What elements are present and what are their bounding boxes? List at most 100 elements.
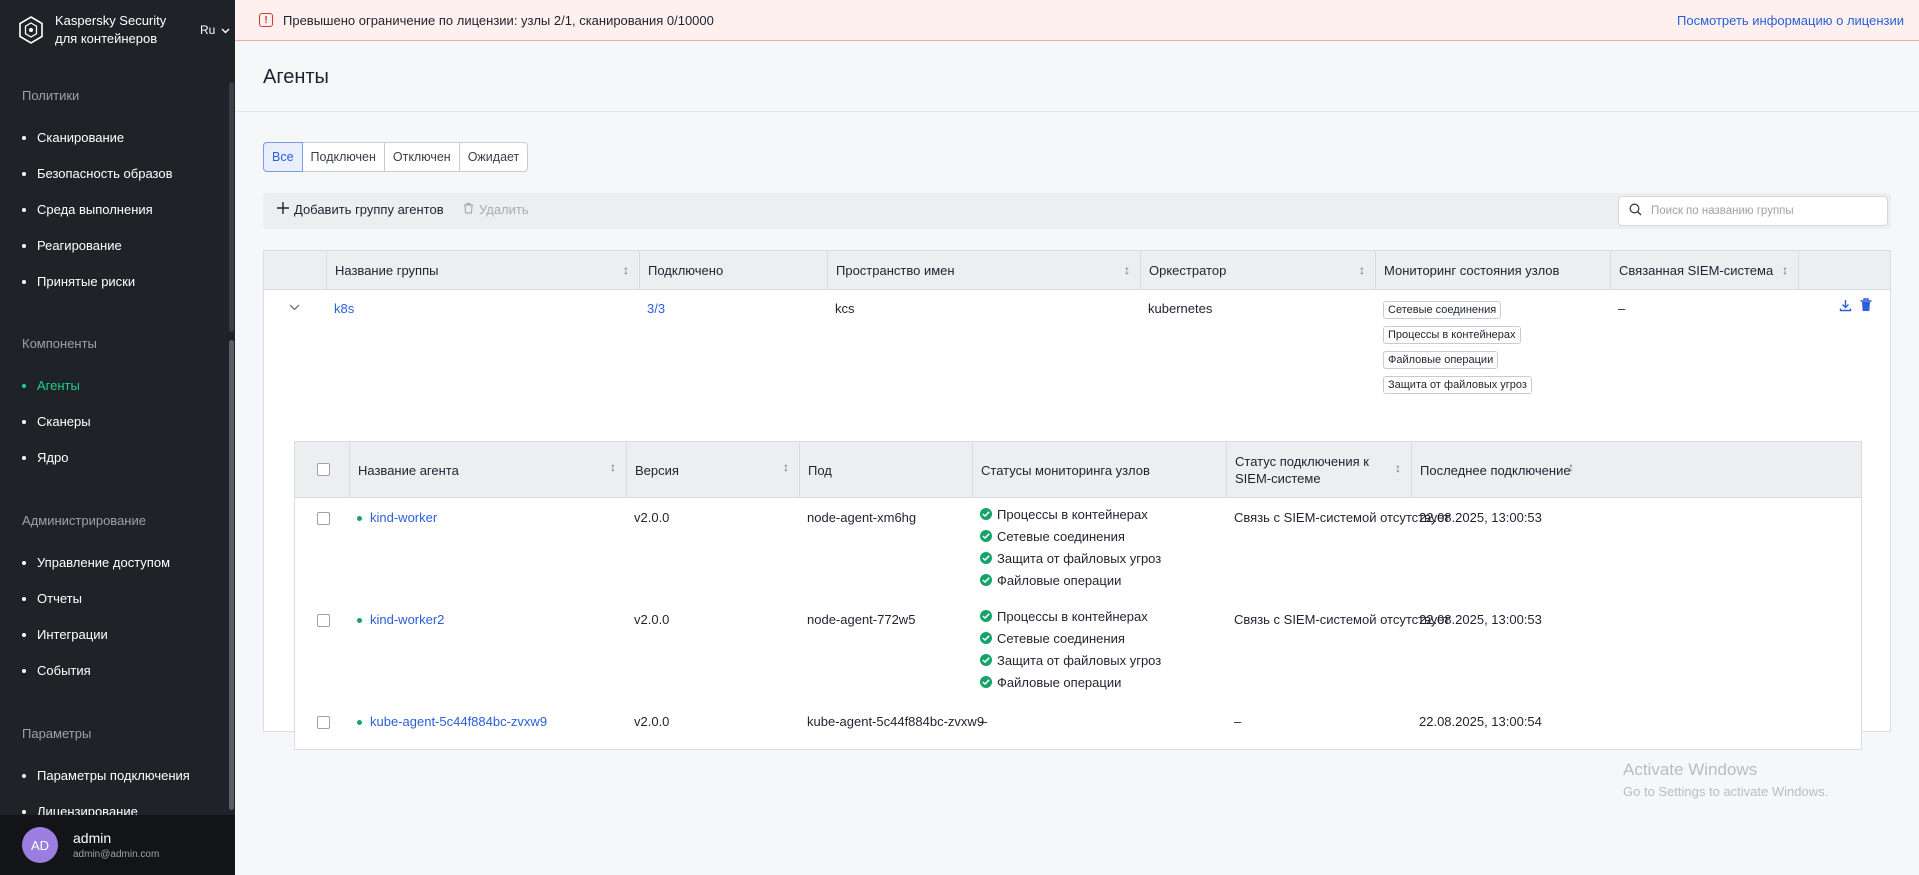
nav-item-scanning[interactable]: Сканирование: [22, 128, 124, 148]
user-name: admin: [73, 830, 112, 846]
status-item: Процессы в контейнерах: [980, 605, 1161, 627]
sort-icon[interactable]: ↕: [610, 460, 616, 474]
nav-item-response[interactable]: Реагирование: [22, 236, 122, 256]
warning-icon: !: [259, 13, 273, 27]
filter-disconnected[interactable]: Отключен: [383, 142, 460, 172]
row-checkbox[interactable]: [317, 614, 330, 627]
column-label: Статусы мониторинга узлов: [981, 462, 1150, 478]
siem-value: –: [1618, 301, 1626, 316]
filter-pending[interactable]: Ожидает: [458, 142, 529, 172]
sort-icon[interactable]: ↕: [1568, 460, 1574, 474]
last-connection-value: 22.08.2025, 13:00:53: [1419, 510, 1542, 525]
sidebar-header: Kaspersky Security для контейнеров Ru: [0, 0, 235, 60]
nav-item-reports[interactable]: Отчеты: [22, 589, 82, 609]
column-header-agent-name[interactable]: Название агента ↕: [349, 442, 626, 498]
nav-item-access-management[interactable]: Управление доступом: [22, 553, 170, 573]
language-selector[interactable]: Ru: [200, 23, 230, 37]
sidebar-scrollbar-track[interactable]: [229, 82, 234, 332]
table-row: kube-agent-5c44f884bc-zvxw9 v2.0.0 kube-…: [295, 702, 1861, 748]
column-header-namespace[interactable]: Пространство имен ↕: [827, 251, 1140, 290]
filter-connected[interactable]: Подключен: [301, 142, 385, 172]
column-header-version[interactable]: Версия ↕: [626, 442, 799, 498]
monitoring-chip: Сетевые соединения: [1383, 301, 1502, 319]
user-profile[interactable]: AD admin admin@admin.com: [0, 815, 235, 875]
row-checkbox[interactable]: [317, 716, 330, 729]
download-icon[interactable]: [1839, 299, 1852, 315]
table-header: Название группы ↕ Подключено Пространство…: [264, 251, 1890, 290]
main-content: ! Превышено ограничение по лицензии: узл…: [235, 0, 1919, 875]
kaspersky-logo-icon[interactable]: [15, 14, 47, 46]
agents-table-header: Название агента ↕ Версия ↕ Под Статусы мон…: [295, 442, 1861, 498]
nav-item-label: Безопасность образов: [37, 166, 173, 181]
column-label: Статус подключения к SIEM-системе: [1235, 454, 1369, 486]
column-header-siem[interactable]: Связанная SIEM-система ↕: [1610, 251, 1798, 290]
column-header-orchestrator[interactable]: Оркестратор ↕: [1140, 251, 1375, 290]
nav-item-scanners[interactable]: Сканеры: [22, 412, 91, 432]
agent-name-link[interactable]: kube-agent-5c44f884bc-zvxw9: [370, 714, 547, 729]
status-label: Процессы в контейнерах: [997, 608, 1148, 624]
user-info: admin admin@admin.com: [73, 830, 159, 860]
nav-item-agents[interactable]: Агенты: [22, 376, 80, 396]
chevron-down-icon[interactable]: [289, 299, 300, 314]
language-label: Ru: [200, 23, 216, 37]
page-title: Агенты: [263, 66, 329, 88]
orchestrator-value: kubernetes: [1148, 301, 1213, 316]
bullet-icon: [22, 561, 26, 565]
agent-groups-table: Название группы ↕ Подключено Пространство…: [263, 250, 1891, 750]
nav-item-integrations[interactable]: Интеграции: [22, 625, 108, 645]
column-header-last-connection[interactable]: Последнее подключение ↕: [1411, 442, 1584, 498]
search-input[interactable]: [1651, 205, 1871, 217]
delete-button[interactable]: Удалить: [463, 202, 529, 217]
sort-icon[interactable]: ↕: [1782, 251, 1788, 290]
banner-text: Превышено ограничение по лицензии: узлы …: [283, 12, 714, 28]
nav-item-label: Сканеры: [37, 414, 91, 429]
last-connection-value: 22.08.2025, 13:00:54: [1419, 714, 1542, 729]
license-info-link[interactable]: Посмотреть информацию о лицензии: [1677, 13, 1904, 28]
column-label: Под: [808, 462, 832, 478]
nav-item-label: Ядро: [37, 450, 69, 465]
check-circle-icon: [980, 632, 992, 644]
sidebar-scrollbar-thumb[interactable]: [229, 340, 234, 810]
add-agent-group-button[interactable]: Добавить группу агентов: [277, 202, 444, 217]
nav-item-connection-settings[interactable]: Параметры подключения: [22, 766, 190, 786]
last-connection-value: 22.08.2025, 13:00:53: [1419, 612, 1542, 627]
status-label: Файловые операции: [997, 674, 1122, 690]
connected-count-link[interactable]: 3/3: [647, 301, 665, 316]
nav-item-accepted-risks[interactable]: Принятые риски: [22, 272, 135, 292]
check-circle-icon: [980, 610, 992, 622]
agent-name-link[interactable]: kind-worker2: [370, 612, 444, 627]
column-header-group-name[interactable]: Название группы ↕: [326, 251, 639, 290]
trash-icon[interactable]: [1860, 298, 1872, 315]
nav-item-core[interactable]: Ядро: [22, 448, 68, 468]
nav-item-events[interactable]: События: [22, 661, 91, 681]
select-all-checkbox[interactable]: [317, 463, 330, 476]
sort-icon[interactable]: ↕: [783, 460, 789, 474]
filter-all[interactable]: Все: [263, 142, 303, 172]
sort-icon[interactable]: ↕: [1395, 460, 1401, 477]
monitoring-status-list: Процессы в контейнерах Сетевые соединени…: [980, 503, 1161, 591]
license-warning-banner: ! Превышено ограничение по лицензии: узл…: [235, 0, 1919, 41]
brand-line-2: для контейнеров: [55, 31, 158, 46]
nav-item-licensing[interactable]: Лицензирование: [22, 802, 138, 815]
table-row: kind-worker v2.0.0 node-agent-xm6hg Проц…: [295, 498, 1861, 600]
nav-item-label: Управление доступом: [37, 555, 171, 570]
bullet-icon: [22, 669, 26, 673]
group-name-link[interactable]: k8s: [334, 301, 354, 316]
column-label: Оркестратор: [1149, 263, 1227, 278]
pod-value: node-agent-xm6hg: [807, 510, 917, 525]
status-label: Процессы в контейнерах: [997, 506, 1148, 522]
nav-item-runtime[interactable]: Среда выполнения: [22, 200, 153, 220]
nav-item-label: Параметры подключения: [37, 768, 190, 783]
sort-icon[interactable]: ↕: [623, 251, 629, 290]
nav-item-label: Агенты: [37, 378, 80, 393]
trash-icon: [463, 202, 474, 217]
sort-icon[interactable]: ↕: [1359, 251, 1365, 290]
monitoring-chip: Защита от файловых угроз: [1383, 376, 1532, 394]
column-label: Последнее подключение: [1420, 462, 1571, 478]
monitoring-chip: Процессы в контейнерах: [1383, 326, 1521, 344]
nav-item-image-security[interactable]: Безопасность образов: [22, 164, 172, 184]
sort-icon[interactable]: ↕: [1124, 251, 1130, 290]
column-header-siem-status[interactable]: Статус подключения к SIEM-системе ↕: [1226, 442, 1411, 498]
agent-name-link[interactable]: kind-worker: [370, 510, 437, 525]
row-checkbox[interactable]: [317, 512, 330, 525]
